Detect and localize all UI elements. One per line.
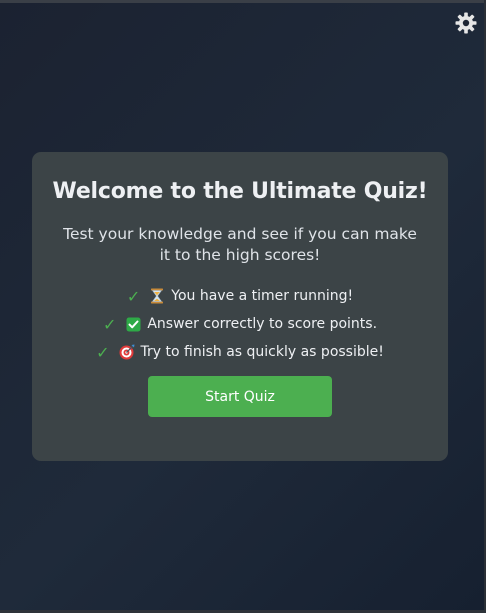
welcome-title: Welcome to the Ultimate Quiz! [52, 179, 428, 204]
feature-text: Answer correctly to score points. [147, 316, 378, 332]
hourglass-icon [149, 288, 165, 304]
feature-item-score: ✓ Answer correctly to score points. [32, 310, 448, 338]
start-quiz-button[interactable]: Start Quiz [148, 376, 332, 417]
gear-icon [455, 12, 477, 34]
target-icon [119, 344, 135, 360]
window-top-border [0, 0, 486, 3]
feature-item-speed: ✓ Try to finish as quickly as possible! [32, 338, 448, 366]
feature-item-timer: ✓ You have a timer running! [32, 282, 448, 310]
settings-button[interactable] [454, 11, 478, 35]
check-icon: ✓ [126, 286, 141, 306]
feature-text: Try to finish as quickly as possible! [140, 344, 384, 360]
check-icon: ✓ [102, 314, 117, 334]
feature-text: You have a timer running! [171, 288, 354, 304]
check-icon: ✓ [96, 342, 110, 362]
checkbox-icon [125, 316, 141, 332]
welcome-card: Welcome to the Ultimate Quiz! Test your … [32, 152, 448, 461]
welcome-intro: Test your knowledge and see if you can m… [63, 225, 417, 264]
feature-list: ✓ You have a timer running! ✓ Answer cor… [32, 282, 448, 366]
